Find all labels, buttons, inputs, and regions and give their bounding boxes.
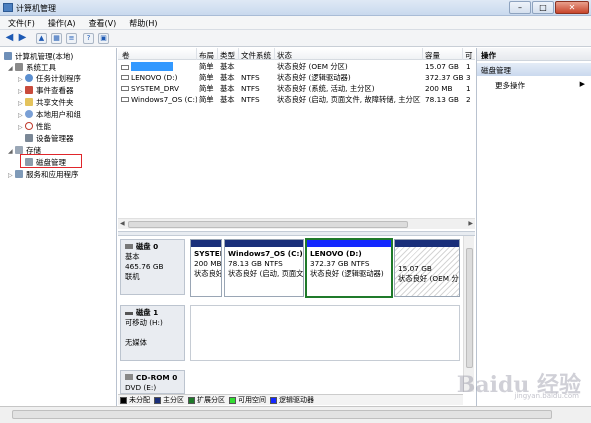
status-bar <box>0 406 591 423</box>
performance-icon <box>25 122 33 130</box>
menu-bar: 文件(F) 操作(A) 查看(V) 帮助(H) <box>0 16 591 30</box>
legend-extended: 扩展分区 <box>188 395 225 405</box>
window-title: 计算机管理 <box>16 4 56 13</box>
partition-system[interactable]: SYSTEM200 MB状态良好 <box>190 239 222 297</box>
watermark-url: jingyan.baidu.com <box>514 392 579 400</box>
expand-icon[interactable]: ◢ <box>8 146 15 157</box>
expand-icon[interactable]: ▷ <box>18 122 25 133</box>
more-actions-link[interactable]: 更多操作 <box>495 80 525 91</box>
properties-icon[interactable]: ≡ <box>66 33 77 44</box>
volume-icon <box>121 86 129 91</box>
col-status[interactable]: 状态 <box>277 50 292 61</box>
scroll-thumb[interactable] <box>128 221 408 228</box>
tree-device-manager[interactable]: 设备管理器 <box>25 133 74 144</box>
col-filesystem[interactable]: 文件系统 <box>241 50 271 61</box>
actions-pane: 操作 磁盘管理 更多操作 ▶ <box>476 48 591 406</box>
computer-management-icon <box>3 3 13 12</box>
cdrom-label[interactable]: CD-ROM 0 DVD (E:) <box>120 370 185 394</box>
navigation-tree: 计算机管理(本地) ◢ 系统工具 ▷ 任务计划程序 ▷ 事件查看器 ▷ 共享文件夹 ▷ 本… <box>0 48 117 406</box>
close-button[interactable]: ✕ <box>555 1 589 14</box>
col-volume[interactable]: 卷 <box>122 50 130 61</box>
clock-icon <box>25 74 33 82</box>
tree-services[interactable]: ▷ 服务和应用程序 <box>8 169 79 180</box>
toolbar: ◀ ▶ ▲ ▦ ≡ ? ▣ <box>0 30 591 47</box>
menu-view[interactable]: 查看(V) <box>81 16 122 29</box>
table-row[interactable]: LENOVO (D:) 简单 基本 NTFS 状态良好 (逻辑驱动器) 372.… <box>118 73 475 83</box>
cdrom-icon <box>125 374 133 380</box>
expand-icon[interactable]: ▷ <box>18 74 25 85</box>
col-free[interactable]: 可 <box>465 50 473 61</box>
chevron-right-icon[interactable]: ▶ <box>580 80 585 88</box>
table-row[interactable]: SYSTEM_DRV 简单 基本 NTFS 状态良好 (系统, 活动, 主分区)… <box>118 84 475 94</box>
tree-performance[interactable]: ▷ 性能 <box>18 121 51 132</box>
folder-icon <box>25 98 33 106</box>
actions-header: 操作 <box>477 48 591 61</box>
tree-shared-folders[interactable]: ▷ 共享文件夹 <box>18 97 74 108</box>
disk0-label[interactable]: 磁盘 0 基本 465.76 GB 联机 <box>120 239 185 295</box>
window-controls: – □ ✕ <box>509 1 589 14</box>
partition-windows7-c[interactable]: Windows7_OS (C:) 78.13 GB NTFS 状态良好 (启动, 页… <box>224 239 304 297</box>
col-capacity[interactable]: 容量 <box>425 50 440 61</box>
storage-icon <box>15 146 23 154</box>
volume-name-selected <box>131 62 173 71</box>
tree-system-tools[interactable]: ◢ 系统工具 <box>8 62 56 73</box>
back-arrow-icon[interactable]: ◀ <box>4 33 15 44</box>
legend-primary: 主分区 <box>154 395 184 405</box>
forward-arrow-icon[interactable]: ▶ <box>17 33 28 44</box>
legend-unallocated: 未分配 <box>120 395 150 405</box>
scroll-right-icon[interactable]: ▶ <box>468 220 473 227</box>
event-viewer-icon <box>25 86 33 94</box>
show-hide-tree-icon[interactable]: ▦ <box>51 33 62 44</box>
tree-local-users[interactable]: ▷ 本地用户和组 <box>18 109 81 120</box>
bottom-scroll-thumb[interactable] <box>12 410 552 419</box>
col-type[interactable]: 类型 <box>220 50 235 61</box>
minimize-button[interactable]: – <box>509 1 531 14</box>
computer-icon <box>4 52 12 60</box>
title-bar: 计算机管理 – □ ✕ <box>0 0 591 16</box>
disk1-empty-area <box>190 305 460 361</box>
disk1-label[interactable]: 磁盘 1 可移动 (H:) 无媒体 <box>120 305 185 361</box>
volume-icon <box>121 97 129 102</box>
col-layout[interactable]: 布局 <box>199 50 214 61</box>
tree-task-scheduler[interactable]: ▷ 任务计划程序 <box>18 73 81 84</box>
expand-icon[interactable]: ◢ <box>8 63 15 74</box>
services-icon <box>15 170 23 178</box>
table-row[interactable]: Windows7_OS (C:) 简单 基本 NTFS 状态良好 (启动, 页面… <box>118 95 475 105</box>
partition-oem[interactable]: 15.07 GB 状态良好 (OEM 分 <box>394 239 460 297</box>
console-icon[interactable]: ▣ <box>98 33 109 44</box>
menu-action[interactable]: 操作(A) <box>40 16 81 29</box>
menu-file[interactable]: 文件(F) <box>0 16 40 29</box>
actions-section-disk-management[interactable]: 磁盘管理 <box>477 63 591 76</box>
disk-graph-view: 磁盘 0 基本 465.76 GB 联机 SYSTEM200 MB状态良好 Wi… <box>118 236 475 406</box>
scroll-left-icon[interactable]: ◀ <box>120 220 125 227</box>
removable-disk-icon <box>125 312 133 315</box>
users-icon <box>25 110 33 118</box>
disk-icon <box>125 244 133 249</box>
legend-logical: 逻辑驱动器 <box>270 395 314 405</box>
legend-free-space: 可用空间 <box>229 395 266 405</box>
device-manager-icon <box>25 134 33 142</box>
tree-root[interactable]: 计算机管理(本地) <box>4 51 73 62</box>
tools-icon <box>15 63 23 71</box>
menu-help[interactable]: 帮助(H) <box>121 16 162 29</box>
tree-event-viewer[interactable]: ▷ 事件查看器 <box>18 85 74 96</box>
horizontal-scrollbar[interactable]: ◀ ▶ <box>118 218 475 229</box>
table-row[interactable]: 简单 基本 状态良好 (OEM 分区) 15.07 GB 1 <box>118 62 475 72</box>
maximize-button[interactable]: □ <box>532 1 554 14</box>
expand-icon[interactable]: ▷ <box>18 86 25 97</box>
expand-icon[interactable]: ▷ <box>18 98 25 109</box>
volume-icon <box>121 65 129 70</box>
highlight-box <box>20 154 82 168</box>
expand-icon[interactable]: ▷ <box>8 170 15 181</box>
volume-icon <box>121 75 129 80</box>
up-folder-icon[interactable]: ▲ <box>36 33 47 44</box>
list-header: 卷 布局 类型 文件系统 状态 容量 可 <box>118 48 475 60</box>
legend: 未分配 主分区 扩展分区 可用空间 逻辑驱动器 <box>118 394 463 405</box>
partition-lenovo-d[interactable]: LENOVO (D:) 372.37 GB NTFS 状态良好 (逻辑驱动器) <box>305 238 393 298</box>
help-icon[interactable]: ? <box>83 33 94 44</box>
volume-list: 卷 布局 类型 文件系统 状态 容量 可 简单 基本 状态良好 (OEM 分区)… <box>118 48 475 231</box>
scroll-thumb[interactable] <box>466 248 473 368</box>
expand-icon[interactable]: ▷ <box>18 110 25 121</box>
